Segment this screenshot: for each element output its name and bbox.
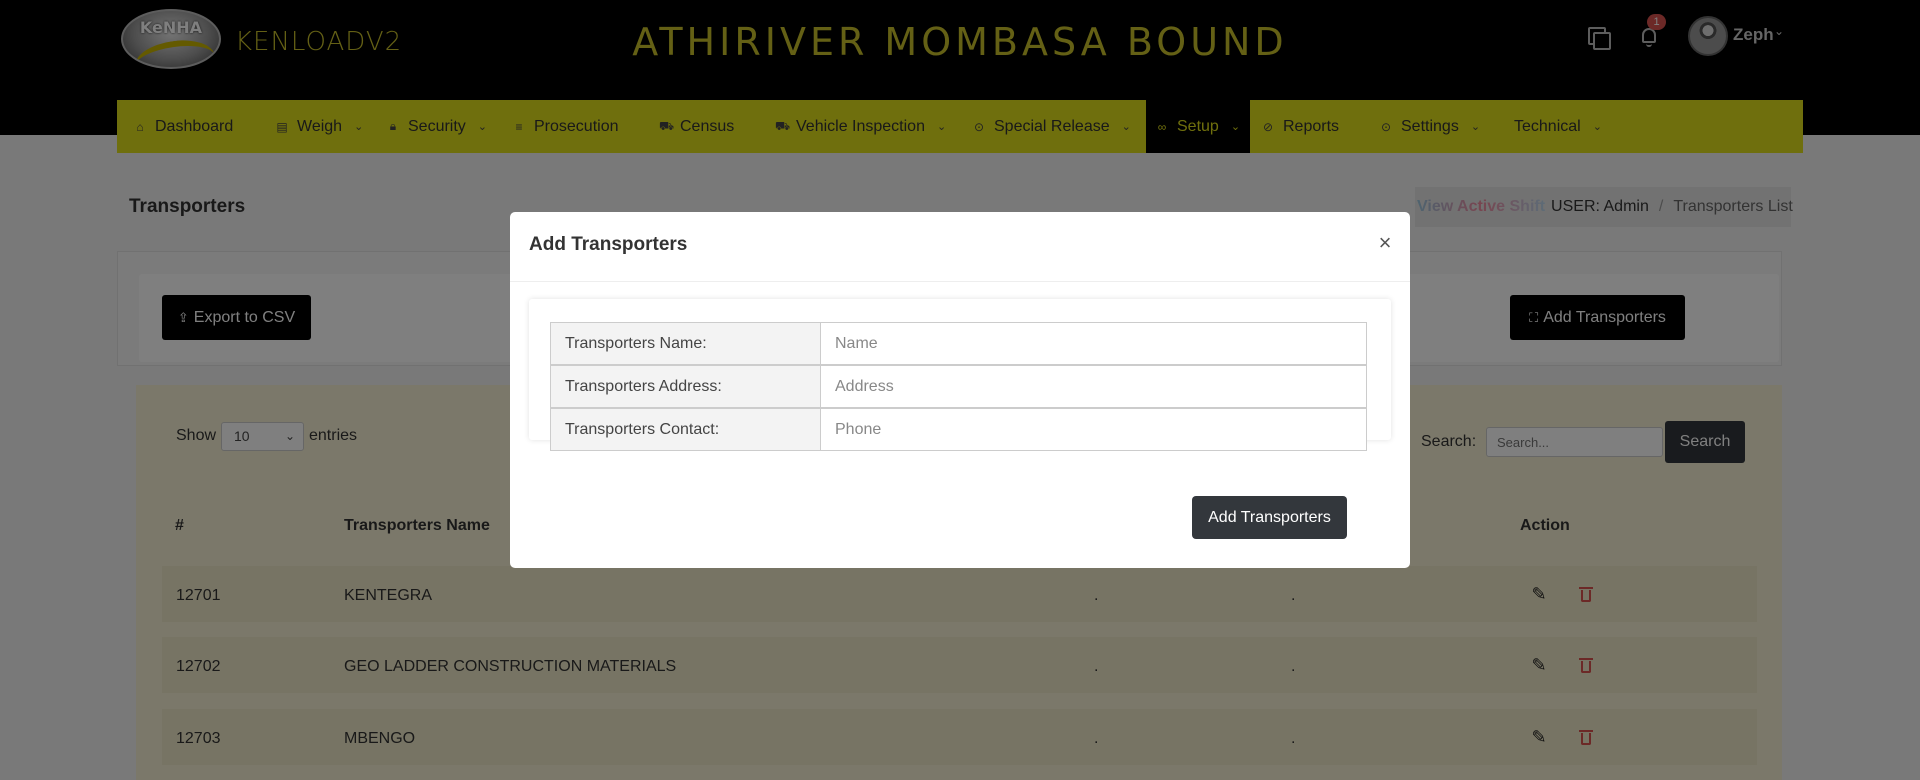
transporter-name-input[interactable] bbox=[821, 322, 1367, 365]
transporter-contact-label: Transporters Contact: bbox=[550, 408, 821, 451]
modal-divider bbox=[510, 281, 1410, 282]
close-icon[interactable]: × bbox=[1376, 232, 1394, 254]
transporter-contact-input[interactable] bbox=[821, 408, 1367, 451]
form-row-address: Transporters Address: bbox=[550, 365, 1370, 408]
add-transporters-submit-button[interactable]: Add Transporters bbox=[1192, 496, 1347, 539]
transporter-address-input[interactable] bbox=[821, 365, 1367, 408]
add-transporters-modal: Add Transporters × Transporters Name: Tr… bbox=[510, 212, 1410, 568]
form-row-contact: Transporters Contact: bbox=[550, 408, 1370, 451]
transporter-form: Transporters Name: Transporters Address:… bbox=[529, 299, 1391, 451]
modal-title: Add Transporters bbox=[529, 234, 688, 255]
form-row-name: Transporters Name: bbox=[550, 322, 1370, 365]
transporter-address-label: Transporters Address: bbox=[550, 365, 821, 408]
transporter-name-label: Transporters Name: bbox=[550, 322, 821, 365]
